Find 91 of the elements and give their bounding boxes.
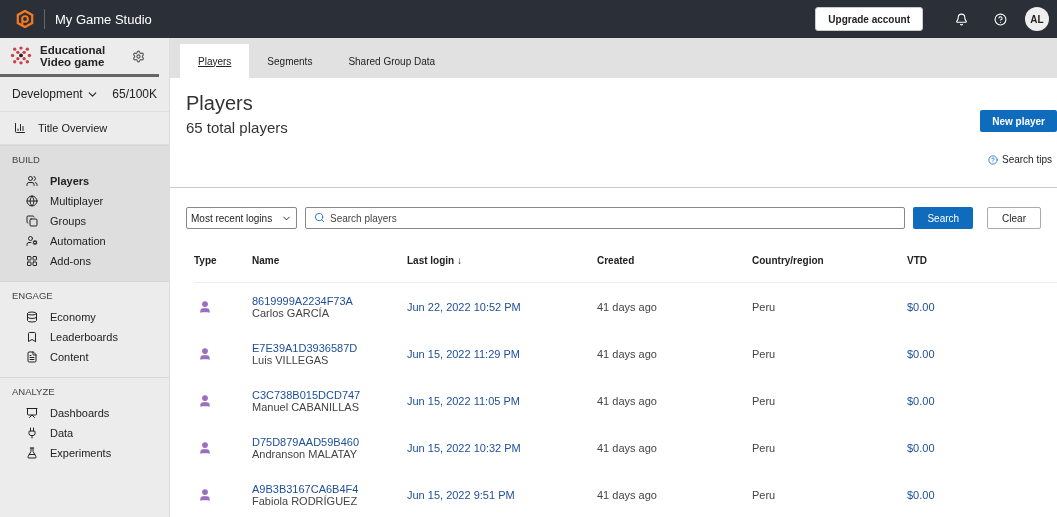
player-name: Andranson MALATAY [252,447,359,460]
nav-item[interactable]: Multiplayer [0,191,169,211]
last-login-link[interactable]: Jun 15, 2022 10:32 PM [407,441,597,454]
column-header: Name [252,243,407,283]
person-icon [198,487,212,502]
flask-icon [26,447,38,459]
column-header: Country/region [752,243,907,283]
vtd-link[interactable]: $0.00 [907,488,1057,501]
nav-item[interactable]: Content [0,347,169,367]
country: Peru [752,488,777,501]
clear-button[interactable]: Clear [987,207,1041,229]
last-login-link[interactable]: Jun 22, 2022 10:52 PM [407,300,597,313]
country: Peru [752,394,777,407]
grid-icon [26,255,38,267]
nav-item[interactable]: Players [0,171,169,191]
document-icon [26,351,38,363]
bar-chart-icon [14,122,26,134]
section-heading: BUILD [11,154,41,167]
game-logo-icon [10,46,32,66]
bookmark-icon [26,331,38,343]
search-field[interactable]: Search players [305,207,906,229]
player-name: Manuel CABANILLAS [252,400,360,413]
column-header[interactable]: Last login ↓ [407,243,597,283]
nav-item[interactable]: Experiments [0,443,169,463]
tab[interactable]: Segments [249,44,331,78]
person-gear-icon [26,235,38,247]
dashboard-icon [26,407,38,419]
avatar[interactable]: AL [1025,7,1049,31]
person-icon [198,299,212,314]
person-icon [198,393,212,408]
vtd-link[interactable]: $0.00 [907,394,1057,407]
created-date: 41 days ago [597,300,658,313]
column-header: Type [194,243,252,283]
player-id-link[interactable]: D75D879AAD59B460 [252,435,407,448]
player-id-link[interactable]: C3C738B015DCD747 [252,388,407,401]
new-player-button[interactable]: New player [980,110,1057,132]
last-login-link[interactable]: Jun 15, 2022 11:05 PM [407,394,597,407]
environment-dropdown[interactable]: Development [12,87,99,101]
person-icon [198,346,212,361]
section-heading: ANALYZE [11,386,56,399]
created-date: 41 days ago [597,441,658,454]
sort-dropdown[interactable]: Most recent logins [186,207,297,229]
country: Peru [752,347,777,360]
settings-icon[interactable] [132,49,145,63]
upgrade-button[interactable]: Upgrade account [815,7,923,31]
player-name: Luis VILLEGAS [252,353,330,366]
logo-icon [16,10,34,28]
people-icon [26,175,38,187]
created-date: 41 days ago [597,488,658,501]
nav-item[interactable]: Automation [0,231,169,251]
section-heading: ENGAGE [11,290,54,303]
search-icon [314,212,325,223]
vtd-link[interactable]: $0.00 [907,300,1057,313]
bell-icon[interactable] [955,12,968,26]
country: Peru [752,300,777,313]
last-login-link[interactable]: Jun 15, 2022 11:29 PM [407,347,597,360]
globe-icon [26,195,38,207]
player-count: 65 total players [186,119,289,136]
help-icon [987,154,998,165]
studio-name: My Game Studio [55,11,153,27]
player-id-link[interactable]: 8619999A2234F73A [252,294,407,307]
search-button[interactable]: Search [913,207,974,229]
created-date: 41 days ago [597,347,658,360]
column-header: VTD [907,243,1057,283]
last-login-link[interactable]: Jun 15, 2022 9:51 PM [407,488,597,501]
page-title: Players [186,92,254,115]
plug-icon [26,427,38,439]
player-id-link[interactable]: A9B3B3167CA6B4F4 [252,482,407,495]
tab[interactable]: Shared Group Data [330,44,454,78]
game-title: Educational Video game [40,44,107,68]
player-name: Carlos GARCÍA [252,306,331,319]
nav-item[interactable]: Economy [0,307,169,327]
database-icon [26,311,38,323]
help-icon[interactable] [994,12,1007,26]
stacked-squares-icon [26,215,38,227]
nav-item[interactable]: Dashboards [0,403,169,423]
search-tips-link[interactable]: Search tips [987,154,1057,165]
player-name: Fabiola RODRÍGUEZ [252,494,359,507]
nav-item[interactable]: Add-ons [0,251,169,271]
tab[interactable]: Players [180,44,250,78]
nav-item[interactable]: Data [0,423,169,443]
vtd-link[interactable]: $0.00 [907,347,1057,360]
usage-count: 65/100K [112,87,157,101]
created-date: 41 days ago [597,394,658,407]
vtd-link[interactable]: $0.00 [907,441,1057,454]
nav-item[interactable]: Leaderboards [0,327,169,347]
player-id-link[interactable]: E7E39A1D3936587D [252,341,407,354]
person-icon [198,440,212,455]
column-header: Created [597,243,752,283]
nav-item[interactable]: Groups [0,211,169,231]
country: Peru [752,441,777,454]
